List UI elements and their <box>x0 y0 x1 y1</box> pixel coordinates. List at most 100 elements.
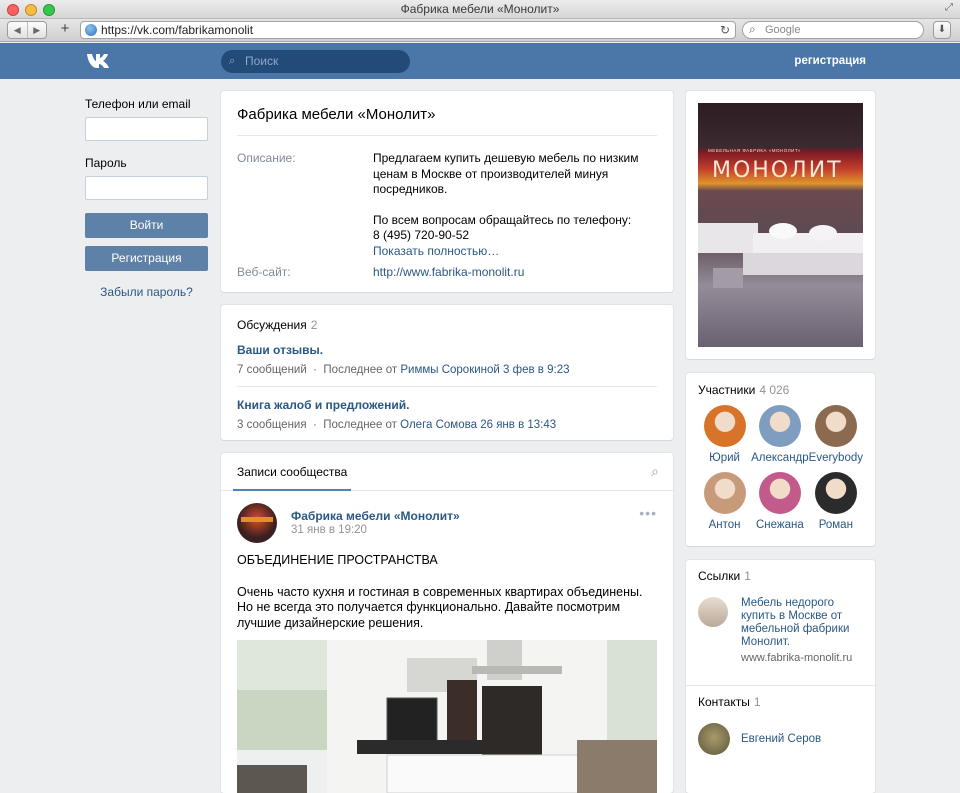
discussions-header[interactable]: Обсуждения 2 <box>237 318 657 332</box>
page-title: Фабрика мебели «Монолит» <box>237 106 657 136</box>
discussions-title: Обсуждения <box>237 318 307 332</box>
browser-search-placeholder: Google <box>765 24 801 36</box>
forgot-password-link[interactable]: Забыли пароль? <box>85 285 208 299</box>
zoom-window-button[interactable] <box>43 4 55 16</box>
post-author-avatar[interactable] <box>237 503 277 543</box>
link-item[interactable]: Мебель недорого купить в Москве от мебел… <box>698 597 863 667</box>
member-item[interactable]: Снежана <box>751 472 809 531</box>
community-cover-image[interactable]: МЕБЕЛЬНАЯ ФАБРИКА «МОНОЛИТ» МОНОЛИТ <box>698 103 863 347</box>
contacts-header[interactable]: Контакты 1 <box>698 695 863 709</box>
avatar <box>703 472 746 514</box>
description-value: Предлагаем купить дешевую мебель по низк… <box>373 151 657 259</box>
browser-search-field[interactable]: ⌕ Google <box>742 21 924 39</box>
phone-number: 8 (495) 720-90-52 <box>373 228 470 242</box>
avatar-stripe <box>241 517 273 522</box>
avatar <box>758 472 801 514</box>
member-name: Снежана <box>756 519 804 531</box>
avatar <box>814 405 857 447</box>
vk-logo-icon[interactable] <box>86 52 116 70</box>
back-icon[interactable]: ◀ <box>8 22 27 38</box>
members-count: 4 026 <box>759 383 790 397</box>
window-controls <box>7 4 55 16</box>
password-input[interactable] <box>85 176 208 200</box>
links-count: 1 <box>744 569 751 583</box>
downloads-icon[interactable]: ⬇ <box>933 21 951 39</box>
search-icon[interactable]: ⌕ <box>651 463 659 480</box>
reload-icon[interactable]: ↻ <box>720 22 730 38</box>
discussions-card: Обсуждения 2 Ваши отзывы. 7 сообщений · П… <box>221 305 673 440</box>
last-date-link[interactable]: 3 фев в 9:23 <box>503 364 569 376</box>
login-button[interactable]: Войти <box>85 213 208 238</box>
description-paragraph: Предлагаем купить дешевую мебель по низк… <box>373 151 639 196</box>
member-name: Роман <box>818 519 853 531</box>
contact-name[interactable]: Евгений Серов <box>741 733 821 745</box>
member-item[interactable]: Юрий <box>698 405 751 464</box>
community-info-card: Фабрика мебели «Монолит» Описание: Предл… <box>221 91 673 292</box>
new-tab-button[interactable]: + <box>56 21 74 39</box>
password-label: Пароль <box>85 156 127 170</box>
last-author-link[interactable]: Риммы Сорокиной <box>400 364 500 376</box>
website-link[interactable]: http://www.fabrika-monolit.ru <box>373 265 524 279</box>
post-date-link[interactable]: 31 янв в 19:20 <box>291 524 367 536</box>
register-button[interactable]: Регистрация <box>85 246 208 271</box>
site-header: ⌕ Поиск регистрация <box>0 43 960 79</box>
address-bar[interactable]: https://vk.com/fabrikamonolit ↻ <box>80 21 736 39</box>
description-key: Описание: <box>237 151 296 165</box>
avatar <box>703 405 746 447</box>
post-heading: ОБЪЕДИНЕНИЕ ПРОСТРАНСТВА <box>237 553 438 567</box>
topic-meta: 3 сообщения · Последнее от Олега Сомова … <box>237 419 657 431</box>
topic-message-count: 3 сообщения <box>237 419 307 431</box>
link-url: www.fabrika-monolit.ru <box>741 652 853 664</box>
window-title: Фабрика мебели «Монолит» <box>400 2 560 16</box>
topic-title-link[interactable]: Ваши отзывы. <box>237 343 657 358</box>
sofa-picture <box>698 223 863 288</box>
posts-card: Записи сообщества ⌕ Фабрика мебели «Моно… <box>221 453 673 793</box>
contact-item[interactable]: Евгений Серов <box>698 723 863 755</box>
site-search-input[interactable]: ⌕ Поиск <box>221 50 410 73</box>
show-more-link[interactable]: Показать полностью… <box>373 244 499 258</box>
last-date-link[interactable]: 26 янв в 13:43 <box>480 419 556 431</box>
members-title: Участники <box>698 383 756 397</box>
link-title[interactable]: Мебель недорого купить в Москве от мебел… <box>741 597 861 649</box>
search-icon: ⌕ <box>749 22 756 36</box>
member-item[interactable]: Александр <box>751 405 809 464</box>
member-name: Юрий <box>709 452 740 464</box>
member-item[interactable]: Everybody <box>809 405 863 464</box>
member-item[interactable]: Роман <box>809 472 863 531</box>
separator: · <box>312 419 317 431</box>
cover-brand-small: МЕБЕЛЬНАЯ ФАБРИКА «МОНОЛИТ» <box>708 148 801 153</box>
tab-community-posts[interactable]: Записи сообщества <box>233 453 352 491</box>
phone-email-input[interactable] <box>85 117 208 141</box>
url-text: https://vk.com/fabrikamonolit <box>101 23 254 37</box>
discussions-count: 2 <box>310 318 318 332</box>
members-header[interactable]: Участники 4 026 <box>698 383 863 397</box>
contacts-title: Контакты <box>698 695 750 709</box>
forward-icon[interactable]: ▶ <box>26 22 47 38</box>
topic-title-link[interactable]: Книга жалоб и предложений. <box>237 398 657 413</box>
more-options-icon[interactable]: ••• <box>639 505 657 521</box>
members-grid: Юрий Александр Everybody Антон Снежана Р… <box>698 405 863 531</box>
close-window-button[interactable] <box>7 4 19 16</box>
avatar <box>758 405 801 447</box>
window-titlebar: Фабрика мебели «Монолит» ⤢ <box>0 0 960 19</box>
member-name: Антон <box>708 519 741 531</box>
avatar <box>814 472 857 514</box>
member-item[interactable]: Антон <box>698 472 751 531</box>
description-row: Описание: Предлагаем купить дешевую мебе… <box>237 151 657 259</box>
cover-brand-title: МОНОЛИТ <box>712 158 843 183</box>
last-author-link[interactable]: Олега Сомова <box>400 419 477 431</box>
website-key: Веб-сайт: <box>237 265 291 279</box>
separator: · <box>313 364 318 376</box>
links-contacts-card: Ссылки 1 Мебель недорого купить в Москве … <box>686 560 875 793</box>
link-thumbnail <box>698 597 728 627</box>
post-image[interactable] <box>237 640 657 793</box>
header-register-link[interactable]: регистрация <box>794 43 866 79</box>
post-author-link[interactable]: Фабрика мебели «Монолит» <box>291 509 460 523</box>
member-name: Everybody <box>808 452 863 464</box>
minimize-window-button[interactable] <box>25 4 37 16</box>
avatar <box>698 723 730 755</box>
fullscreen-icon[interactable]: ⤢ <box>944 3 954 13</box>
site-search-placeholder: Поиск <box>245 54 279 68</box>
links-header[interactable]: Ссылки 1 <box>698 569 863 583</box>
links-title: Ссылки <box>698 569 741 583</box>
